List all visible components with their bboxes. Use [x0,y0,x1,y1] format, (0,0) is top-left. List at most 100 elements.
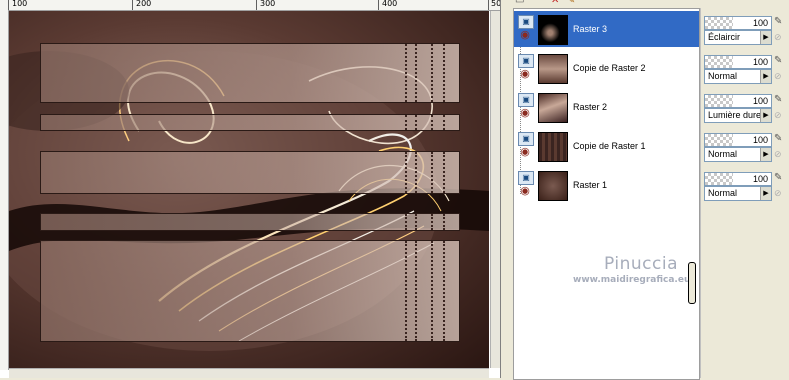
dotted-line [415,152,417,193]
top-ruler: 100 200 300 400 500 [0,0,500,11]
blend-mode-select[interactable]: Normal ▶ [704,186,772,201]
delete-layer-icon[interactable]: ✕ [551,0,559,6]
ruler-tick [8,0,9,10]
blend-mode-value: Normal [708,149,738,159]
dropdown-arrow-icon[interactable]: ▶ [760,70,771,83]
dotted-line [415,44,417,102]
opacity-value: 100 [752,96,768,106]
opacity-preview [705,17,733,29]
dotted-line [431,152,433,193]
layer-row-copie-de-raster-2[interactable]: ▣ ◉ Copie de Raster 2 [514,50,699,86]
layer-visibility-icon[interactable]: ▣ [518,15,534,29]
layer-name: Copie de Raster 2 [573,63,646,73]
brush-icon[interactable]: ✎ [774,133,786,145]
blend-mode-select[interactable]: Lumière dure ▶ [704,108,772,123]
layer-name: Raster 2 [573,102,608,112]
layer-row-raster-3[interactable]: ▣ ◉ Raster 3 [514,11,699,47]
watermark-url: www.maidiregrafica.eu [573,275,691,285]
layers-toolbar: ▭ ✕ ✎ [505,0,695,7]
blend-mode-select[interactable]: Normal ▶ [704,69,772,84]
layer-thumbnail [538,93,568,123]
layer-thumbnail [538,171,568,201]
layer-visibility-icon[interactable]: ▣ [518,54,534,68]
brush-icon[interactable]: ✎ [774,172,786,184]
ruler-label: 400 [382,0,398,8]
opacity-value: 100 [752,18,768,28]
blend-mode-select[interactable]: Éclaircir ▶ [704,30,772,45]
frame-strip [40,114,460,131]
horizontal-scrollbar[interactable] [9,368,489,378]
blend-mode-value: Normal [708,188,738,198]
lock-icon[interactable]: ⊘ [774,31,786,43]
dotted-line [431,214,433,230]
lock-icon[interactable]: ⊘ [774,70,786,82]
eye-icon[interactable]: ◉ [518,108,532,119]
opacity-preview [705,134,733,146]
dotted-line [405,115,407,130]
eye-icon[interactable]: ◉ [518,147,532,158]
dotted-line [405,214,407,230]
layer-row-copie-de-raster-1[interactable]: ▣ ◉ Copie de Raster 1 [514,128,699,164]
canvas-pane: 100 200 300 400 500 [0,0,501,378]
dotted-line [443,241,445,341]
dotted-line [405,152,407,193]
opacity-slider[interactable]: 100 [704,172,772,186]
layers-palette: ▭ ✕ ✎ ▣ ◉ Raster 3 ▣ ◉ Copie de Raster 2… [505,0,789,380]
opacity-slider[interactable]: 100 [704,55,772,69]
eye-icon[interactable]: ◉ [518,186,532,197]
frame-strip [40,240,460,342]
dotted-line [431,44,433,102]
layer-row-raster-1[interactable]: ▣ ◉ Raster 1 [514,167,699,203]
lock-icon[interactable]: ⊘ [774,187,786,199]
vertical-scrollbar[interactable] [490,11,500,368]
opacity-slider[interactable]: 100 [704,133,772,147]
eye-icon[interactable]: ◉ [518,69,532,80]
blend-mode-value: Éclaircir [708,32,741,42]
opacity-value: 100 [752,174,768,184]
lock-icon[interactable]: ⊘ [774,109,786,121]
frame-strip [40,213,460,231]
canvas-image[interactable] [9,11,489,368]
lock-icon[interactable]: ⊘ [774,148,786,160]
layer-list: ▣ ◉ Raster 3 ▣ ◉ Copie de Raster 2 ▣ ◉ R… [513,8,700,380]
ruler-label: 100 [12,0,28,8]
layer-props-raster-2: 100 ✎ Lumière dure ▶ ⊘ [704,92,788,128]
brush-icon[interactable]: ✎ [774,16,786,28]
opacity-preview [705,56,733,68]
opacity-preview [705,95,733,107]
opacity-slider[interactable]: 100 [704,16,772,30]
brush-tool-icon[interactable]: ✎ [567,0,575,6]
layer-name: Raster 3 [573,24,608,34]
layer-visibility-icon[interactable]: ▣ [518,132,534,146]
layer-props-copie-de-raster-2: 100 ✎ Normal ▶ ⊘ [704,53,788,89]
opacity-preview [705,173,733,185]
dropdown-arrow-icon[interactable]: ▶ [760,148,771,161]
opacity-slider[interactable]: 100 [704,94,772,108]
frame-strip [40,151,460,194]
new-layer-icon[interactable]: ▭ [515,0,524,6]
layer-properties: 100 ✎ Éclaircir ▶ ⊘ 100 ✎ Normal ▶ ⊘ 100… [700,8,789,378]
ruler-tick [378,0,379,10]
layer-props-copie-de-raster-1: 100 ✎ Normal ▶ ⊘ [704,131,788,167]
dropdown-arrow-icon[interactable]: ▶ [760,187,771,200]
left-ruler [0,10,9,370]
dotted-line [443,152,445,193]
dotted-line [431,115,433,130]
layer-row-raster-2[interactable]: ▣ ◉ Raster 2 [514,89,699,125]
layer-visibility-icon[interactable]: ▣ [518,93,534,107]
dotted-line [405,44,407,102]
eye-icon[interactable]: ◉ [518,30,532,41]
dotted-line [443,115,445,130]
dotted-line [415,241,417,341]
ruler-tick [488,0,489,10]
ruler-tick [256,0,257,10]
frame-strip [40,43,460,103]
blend-mode-select[interactable]: Normal ▶ [704,147,772,162]
brush-icon[interactable]: ✎ [774,94,786,106]
dropdown-arrow-icon[interactable]: ▶ [760,109,771,122]
panel-splitter-handle[interactable] [688,262,696,304]
dropdown-arrow-icon[interactable]: ▶ [760,31,771,44]
layer-visibility-icon[interactable]: ▣ [518,171,534,185]
brush-icon[interactable]: ✎ [774,55,786,67]
layer-name: Copie de Raster 1 [573,141,646,151]
